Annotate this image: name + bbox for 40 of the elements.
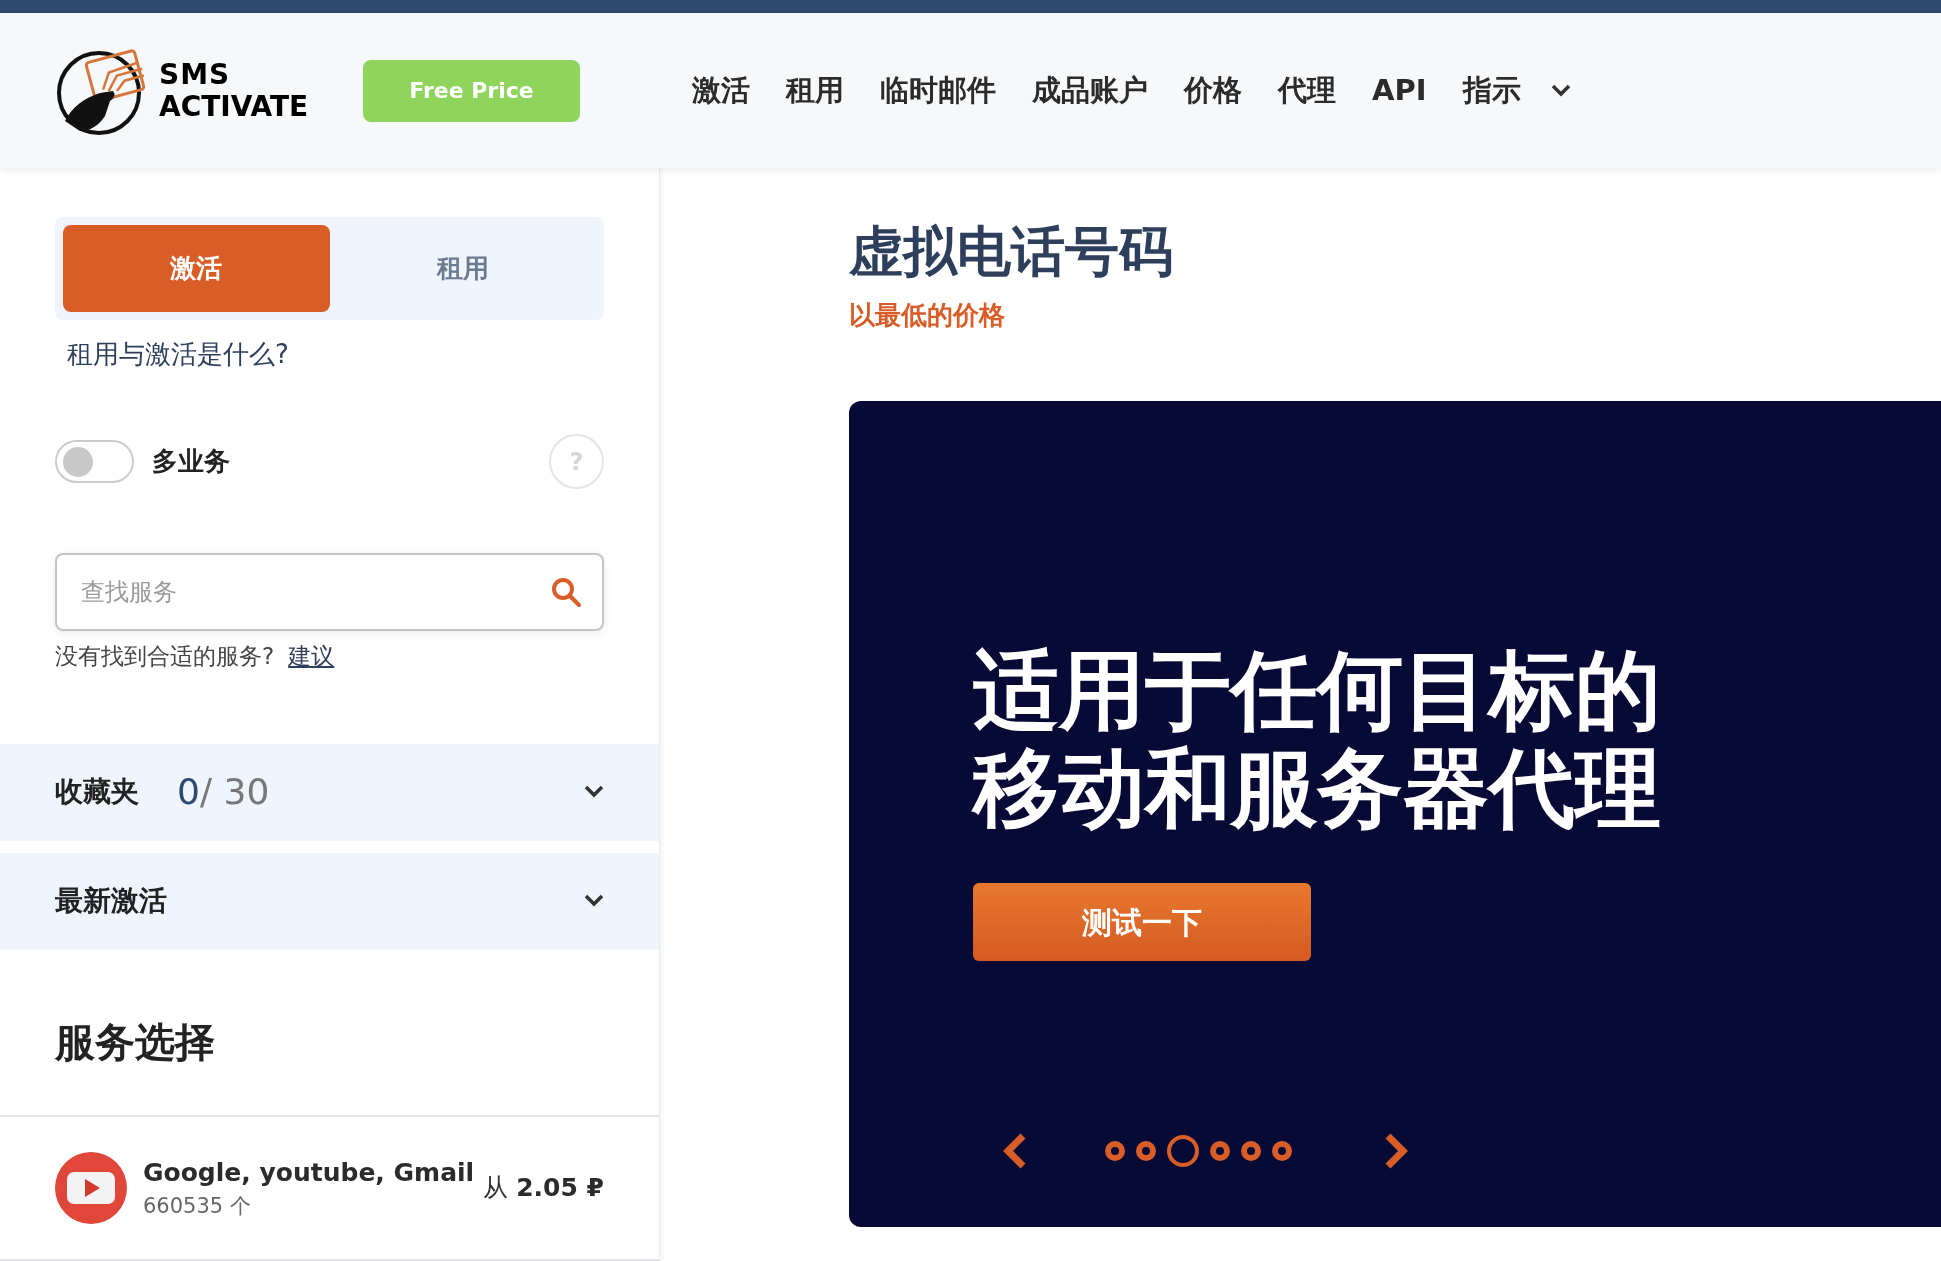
toggle-label: 多业务 <box>152 445 230 478</box>
section-heading: 服务选择 <box>53 1017 216 1067</box>
favorites-count: 0/ 30 <box>177 770 270 814</box>
chevron-left-icon <box>1001 1132 1027 1171</box>
search-field[interactable]: 查找服务 <box>55 553 604 631</box>
search-icon <box>550 576 582 608</box>
accordion-header[interactable]: 收藏夹 0/ 30 <box>0 743 659 841</box>
help-link[interactable]: 租用与激活是什么? <box>67 335 604 374</box>
nav-link[interactable]: 租用 <box>786 68 844 113</box>
logo-text: SMS <box>159 60 232 89</box>
logo[interactable]: SMS ACTIVATE <box>55 38 310 143</box>
hint-text: 没有找到合适的服务? <box>55 642 275 671</box>
chevron-down-icon <box>584 894 604 908</box>
page-title: 虚拟电话号码 <box>849 219 1174 285</box>
service-name: Google, youtube, Gmail <box>143 1156 475 1189</box>
mode-tab[interactable]: 激活 <box>63 225 330 312</box>
nav-link[interactable]: API <box>1372 68 1427 113</box>
toggle-switch[interactable] <box>55 440 134 483</box>
chevron-right-icon <box>1384 1132 1410 1171</box>
accordion-title: 收藏夹 <box>55 774 139 810</box>
logo-text: ACTIVATE <box>159 92 309 121</box>
price-prefix: 从 <box>483 1172 509 1205</box>
service-count: 660535 个 <box>143 1193 252 1220</box>
nav-link[interactable]: 临时邮件 <box>880 68 996 113</box>
mode-tab[interactable]: 租用 <box>329 225 596 312</box>
page-subtitle: 以最低的价格 <box>849 298 1006 332</box>
suggest-link[interactable]: 建议 <box>288 639 335 674</box>
play-icon <box>55 1152 127 1224</box>
nav-link[interactable]: 指示 <box>1462 68 1521 113</box>
banner-headline: 适用于任何目标的 <box>973 640 1662 740</box>
service-price: 2.05 ₽ <box>516 1172 604 1205</box>
chevron-down-icon <box>1550 83 1571 98</box>
nav-link[interactable]: 激活 <box>692 68 750 113</box>
accordion-header[interactable]: 最新激活 <box>0 852 659 950</box>
accordion-title: 最新激活 <box>55 883 167 919</box>
nav-link[interactable]: 成品账户 <box>1032 68 1148 113</box>
nav-link[interactable]: 代理 <box>1278 68 1336 113</box>
banner-headline: 移动和服务器代理 <box>973 739 1662 839</box>
nav-link[interactable]: 价格 <box>1184 68 1242 113</box>
chevron-down-icon <box>584 785 604 799</box>
